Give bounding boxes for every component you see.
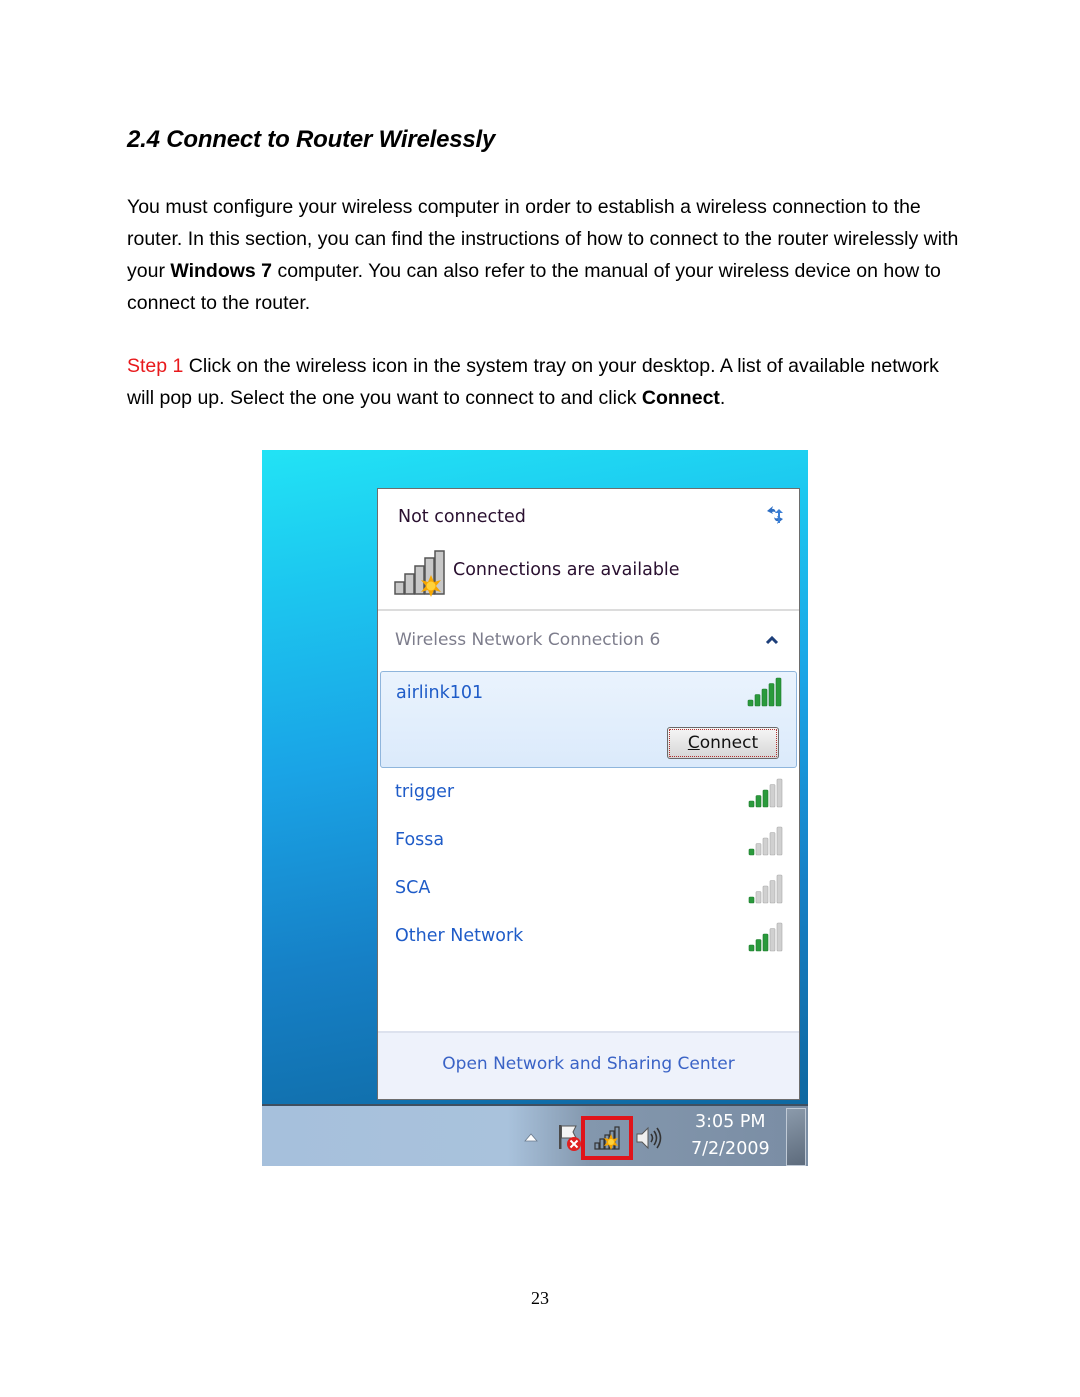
step-end: .	[719, 387, 726, 409]
adapter-section-title: Wireless Network Connection 6	[395, 630, 661, 650]
signal-bar-active	[748, 944, 755, 952]
flyout-footer: Open Network and Sharing Center	[378, 1031, 799, 1099]
divider	[378, 609, 799, 611]
signal-bar-active	[762, 789, 769, 808]
page-number: 23	[531, 1288, 549, 1308]
chevron-up-icon[interactable]	[765, 635, 779, 645]
connect-label: onnect	[699, 733, 759, 753]
signal-bar-active	[747, 699, 754, 707]
signal-bar-inactive	[762, 837, 769, 856]
signal-bar-active	[761, 688, 768, 707]
signal-bar-active	[775, 677, 782, 707]
connect-accel: C	[687, 733, 700, 753]
signal-bar-active	[748, 800, 755, 808]
windows7-screenshot: Not connected Connections are available …	[262, 450, 808, 1166]
network-name[interactable]: airlink101	[396, 683, 483, 703]
network-name[interactable]: Fossa	[395, 830, 444, 850]
signal-bar-inactive	[769, 784, 776, 808]
action-center-flag-icon[interactable]	[556, 1122, 584, 1154]
signal-bar-active	[755, 795, 762, 808]
network-item-selected[interactable]: airlink101 Connect	[380, 671, 797, 768]
taskbar: 3:05 PM 7/2/2009	[262, 1104, 808, 1166]
clock-date[interactable]: 7/2/2009	[691, 1139, 770, 1159]
refresh-icon[interactable]	[763, 503, 787, 527]
step-label: Step 1	[127, 355, 184, 377]
signal-bar-active	[748, 896, 755, 904]
signal-bar-inactive	[769, 928, 776, 952]
intro-paragraph: You must configure your wireless compute…	[127, 191, 967, 319]
show-hidden-icons-arrow-icon[interactable]	[524, 1132, 538, 1142]
signal-bar-active	[768, 683, 775, 707]
section-heading: 2.4 Connect to Router Wirelessly	[127, 126, 496, 153]
signal-bar-active	[762, 933, 769, 952]
signal-bar-inactive	[755, 843, 762, 856]
show-desktop-button[interactable]	[786, 1108, 806, 1166]
signal-bar-inactive	[776, 922, 783, 952]
connection-status: Not connected	[398, 507, 526, 527]
signal-strength-icon	[748, 826, 783, 856]
signal-strength-icon	[747, 677, 782, 707]
signal-bar-inactive	[776, 874, 783, 904]
step-1-paragraph: Step 1 Click on the wireless icon in the…	[127, 350, 967, 414]
step-bold-connect: Connect	[641, 387, 720, 409]
signal-bar-active	[754, 694, 761, 707]
signal-bar-inactive	[776, 778, 783, 808]
wireless-icon-highlight	[581, 1116, 633, 1160]
signal-strength-icon	[748, 874, 783, 904]
intro-bold-os: Windows 7	[170, 260, 273, 282]
open-network-sharing-center-link[interactable]: Open Network and Sharing Center	[378, 1054, 799, 1074]
wireless-available-icon	[394, 550, 445, 597]
signal-bar-inactive	[769, 880, 776, 904]
signal-bar-active	[748, 848, 755, 856]
network-flyout: Not connected Connections are available …	[377, 488, 800, 1100]
signal-bar-inactive	[755, 891, 762, 904]
network-name[interactable]: SCA	[395, 878, 430, 898]
volume-speaker-icon[interactable]	[635, 1124, 663, 1152]
signal-bar-inactive	[776, 826, 783, 856]
signal-bar-inactive	[762, 885, 769, 904]
signal-bar-inactive	[769, 832, 776, 856]
signal-strength-icon	[748, 778, 783, 808]
connect-button[interactable]: Connect	[667, 727, 779, 759]
signal-strength-icon	[748, 922, 783, 952]
signal-bar-active	[755, 939, 762, 952]
network-name[interactable]: trigger	[395, 782, 454, 802]
network-name[interactable]: Other Network	[395, 926, 523, 946]
clock-time[interactable]: 3:05 PM	[695, 1112, 766, 1132]
availability-text: Connections are available	[453, 560, 680, 580]
step-text: Click on the wireless icon in the system…	[127, 355, 939, 409]
